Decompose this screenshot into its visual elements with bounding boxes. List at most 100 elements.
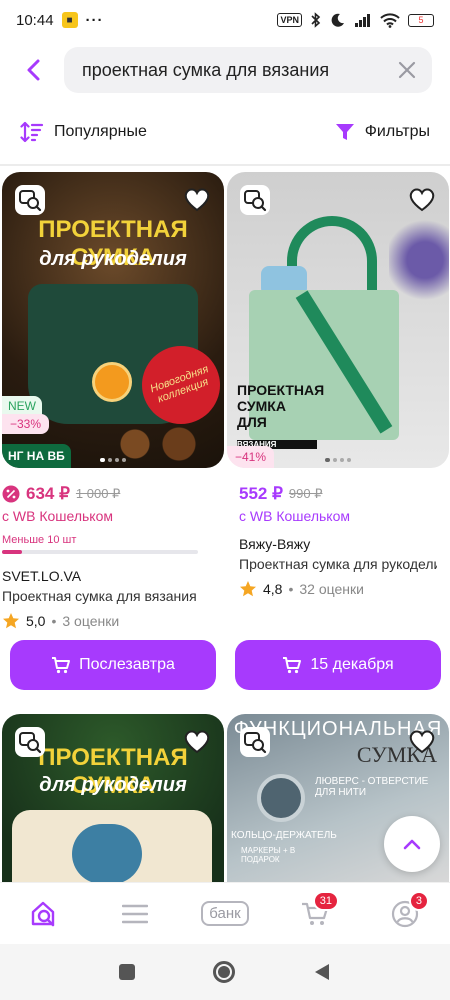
product-image[interactable]: ПРОЕКТНАЯ СУМКА для рукоделия (2, 714, 224, 882)
nav-profile[interactable]: 3 (375, 889, 435, 939)
recents-button[interactable] (119, 964, 135, 980)
nav-home[interactable] (15, 889, 75, 939)
scroll-to-top-button[interactable] (384, 816, 440, 872)
price-row: 634 ₽ 1 000 ₽ (2, 482, 224, 506)
reviews-count: 32 оценки (299, 581, 364, 597)
product-card[interactable]: ПРОЕКТНАЯ СУМКА для рукоделия (2, 714, 224, 882)
home-search-icon (31, 901, 55, 926)
badge-new: NEW (2, 396, 42, 416)
image-pager (325, 458, 351, 462)
note-markers: МАРКЕРЫ + В ПОДАРОК (241, 846, 296, 864)
stock-bar-fill (2, 550, 22, 554)
product-card[interactable]: ПРОЕКТНАЯ СУМКА ДЛЯ ВЯЗАНИЯ −41% 552 ₽ 9… (227, 172, 449, 598)
find-similar-icon[interactable] (14, 184, 46, 216)
heart-icon[interactable] (407, 184, 437, 214)
clear-icon[interactable] (396, 59, 418, 81)
ornament-text: Новогодняя коллекция (148, 363, 211, 406)
heart-icon[interactable] (407, 726, 437, 756)
buy-label: Послезавтра (79, 656, 175, 673)
cart-icon (283, 657, 302, 674)
heart-icon[interactable] (182, 184, 212, 214)
system-nav-bar (0, 944, 450, 1000)
discount-badge: −33% (2, 414, 50, 434)
rating-separator: • (51, 613, 57, 629)
bluetooth-icon (311, 12, 321, 28)
menu-icon (122, 904, 148, 923)
product-title: Проектная сумка для рукоделия (239, 556, 437, 572)
image-pager (100, 458, 126, 462)
buy-label: 15 декабря (310, 656, 394, 673)
filter-button[interactable]: Фильтры (335, 122, 430, 142)
brand: Вяжу-Вяжу (239, 536, 311, 552)
image-subline: для рукоделия (39, 774, 187, 796)
filter-label: Фильтры (364, 123, 430, 140)
image-headline: ПРОЕКТНАЯ СУМКА ДЛЯ (237, 382, 325, 430)
chevron-left-icon (27, 59, 40, 81)
find-similar-icon[interactable] (239, 726, 271, 758)
cart-icon (52, 657, 71, 674)
search-input[interactable]: проектная сумка для вязания (64, 47, 432, 93)
search-header: проектная сумка для вязания (0, 46, 450, 94)
more-notifications-icon: ··· (85, 11, 104, 29)
nav-bank[interactable]: банк (195, 889, 255, 939)
price: 552 ₽ (239, 484, 283, 503)
ornament: Новогодняя коллекция (142, 346, 220, 424)
sort-label: Популярные (54, 123, 147, 140)
product-image[interactable]: ПРОЕКТНАЯ СУМКА ДЛЯ ВЯЗАНИЯ −41% (227, 172, 449, 468)
find-similar-icon[interactable] (14, 726, 46, 758)
do-not-disturb-icon (331, 13, 344, 27)
cart-badge: 31 (312, 890, 339, 911)
orange-slice (92, 362, 132, 402)
product-image[interactable]: ПРОЕКТНАЯ СУМКА для рукоделия Новогодняя… (2, 172, 224, 468)
note-grommet: ЛЮВЕРС - ОТВЕРСТИЕ ДЛЯ НИТИ (315, 776, 429, 798)
product-card[interactable]: ПРОЕКТНАЯ СУМКА для рукоделия Новогодняя… (2, 172, 224, 630)
back-button[interactable] (14, 50, 54, 90)
star-icon (240, 581, 256, 597)
sort-filter-bar: Популярные Фильтры (0, 110, 450, 154)
find-similar-icon[interactable] (239, 184, 271, 216)
chevron-up-icon (403, 839, 421, 850)
notification-icon: ■ (61, 12, 78, 28)
flower-print (72, 824, 142, 882)
bottom-nav: банк 31 3 (0, 882, 450, 944)
grommet (257, 774, 305, 822)
search-query[interactable]: проектная сумка для вязания (82, 60, 396, 81)
old-price: 1 000 ₽ (75, 486, 121, 501)
sort-icon (20, 121, 44, 143)
stock-bar (2, 550, 198, 554)
vpn-icon: VPN (277, 13, 302, 27)
note-ring: КОЛЬЦО-ДЕРЖАТЕЛЬ (231, 830, 337, 841)
star-icon (3, 613, 19, 629)
price: 634 ₽ (26, 484, 70, 503)
buy-button[interactable]: 15 декабря (235, 640, 441, 690)
brand: SVET.LO.VA (2, 568, 82, 584)
rating-value: 5,0 (26, 613, 46, 629)
sort-button[interactable]: Популярные (20, 121, 147, 143)
price-row: 552 ₽ 990 ₽ (227, 482, 449, 506)
back-nav-button[interactable] (313, 962, 331, 982)
rating-value: 4,8 (263, 581, 283, 597)
nav-catalog[interactable] (105, 889, 165, 939)
old-price: 990 ₽ (288, 486, 323, 501)
signal-icon (355, 14, 370, 27)
discount-percent-icon (2, 485, 20, 503)
status-bar: 10:44 ■ ··· VPN 5 (0, 0, 450, 40)
reviews-count: 3 оценки (62, 613, 120, 629)
bank-icon: банк (201, 901, 249, 926)
heart-icon[interactable] (182, 726, 212, 756)
buy-button[interactable]: Послезавтра (10, 640, 216, 690)
clock: 10:44 (16, 11, 54, 29)
wallet-label: с WB Кошельком (2, 508, 113, 524)
image-subline: для рукоделия (39, 248, 187, 270)
discount-badge: −41% (227, 446, 275, 468)
wallet-label: с WB Кошельком (239, 508, 350, 524)
rating-separator: • (288, 581, 294, 597)
funnel-icon (335, 124, 354, 140)
product-title: Проектная сумка для вязания (2, 588, 197, 604)
home-button[interactable] (213, 961, 235, 983)
nav-cart[interactable]: 31 (285, 889, 345, 939)
stock-label: Меньше 10 шт (2, 534, 77, 546)
divider (0, 164, 450, 166)
rating: 4,8 • 32 оценки (239, 580, 449, 598)
battery-icon: 5 (408, 13, 434, 27)
